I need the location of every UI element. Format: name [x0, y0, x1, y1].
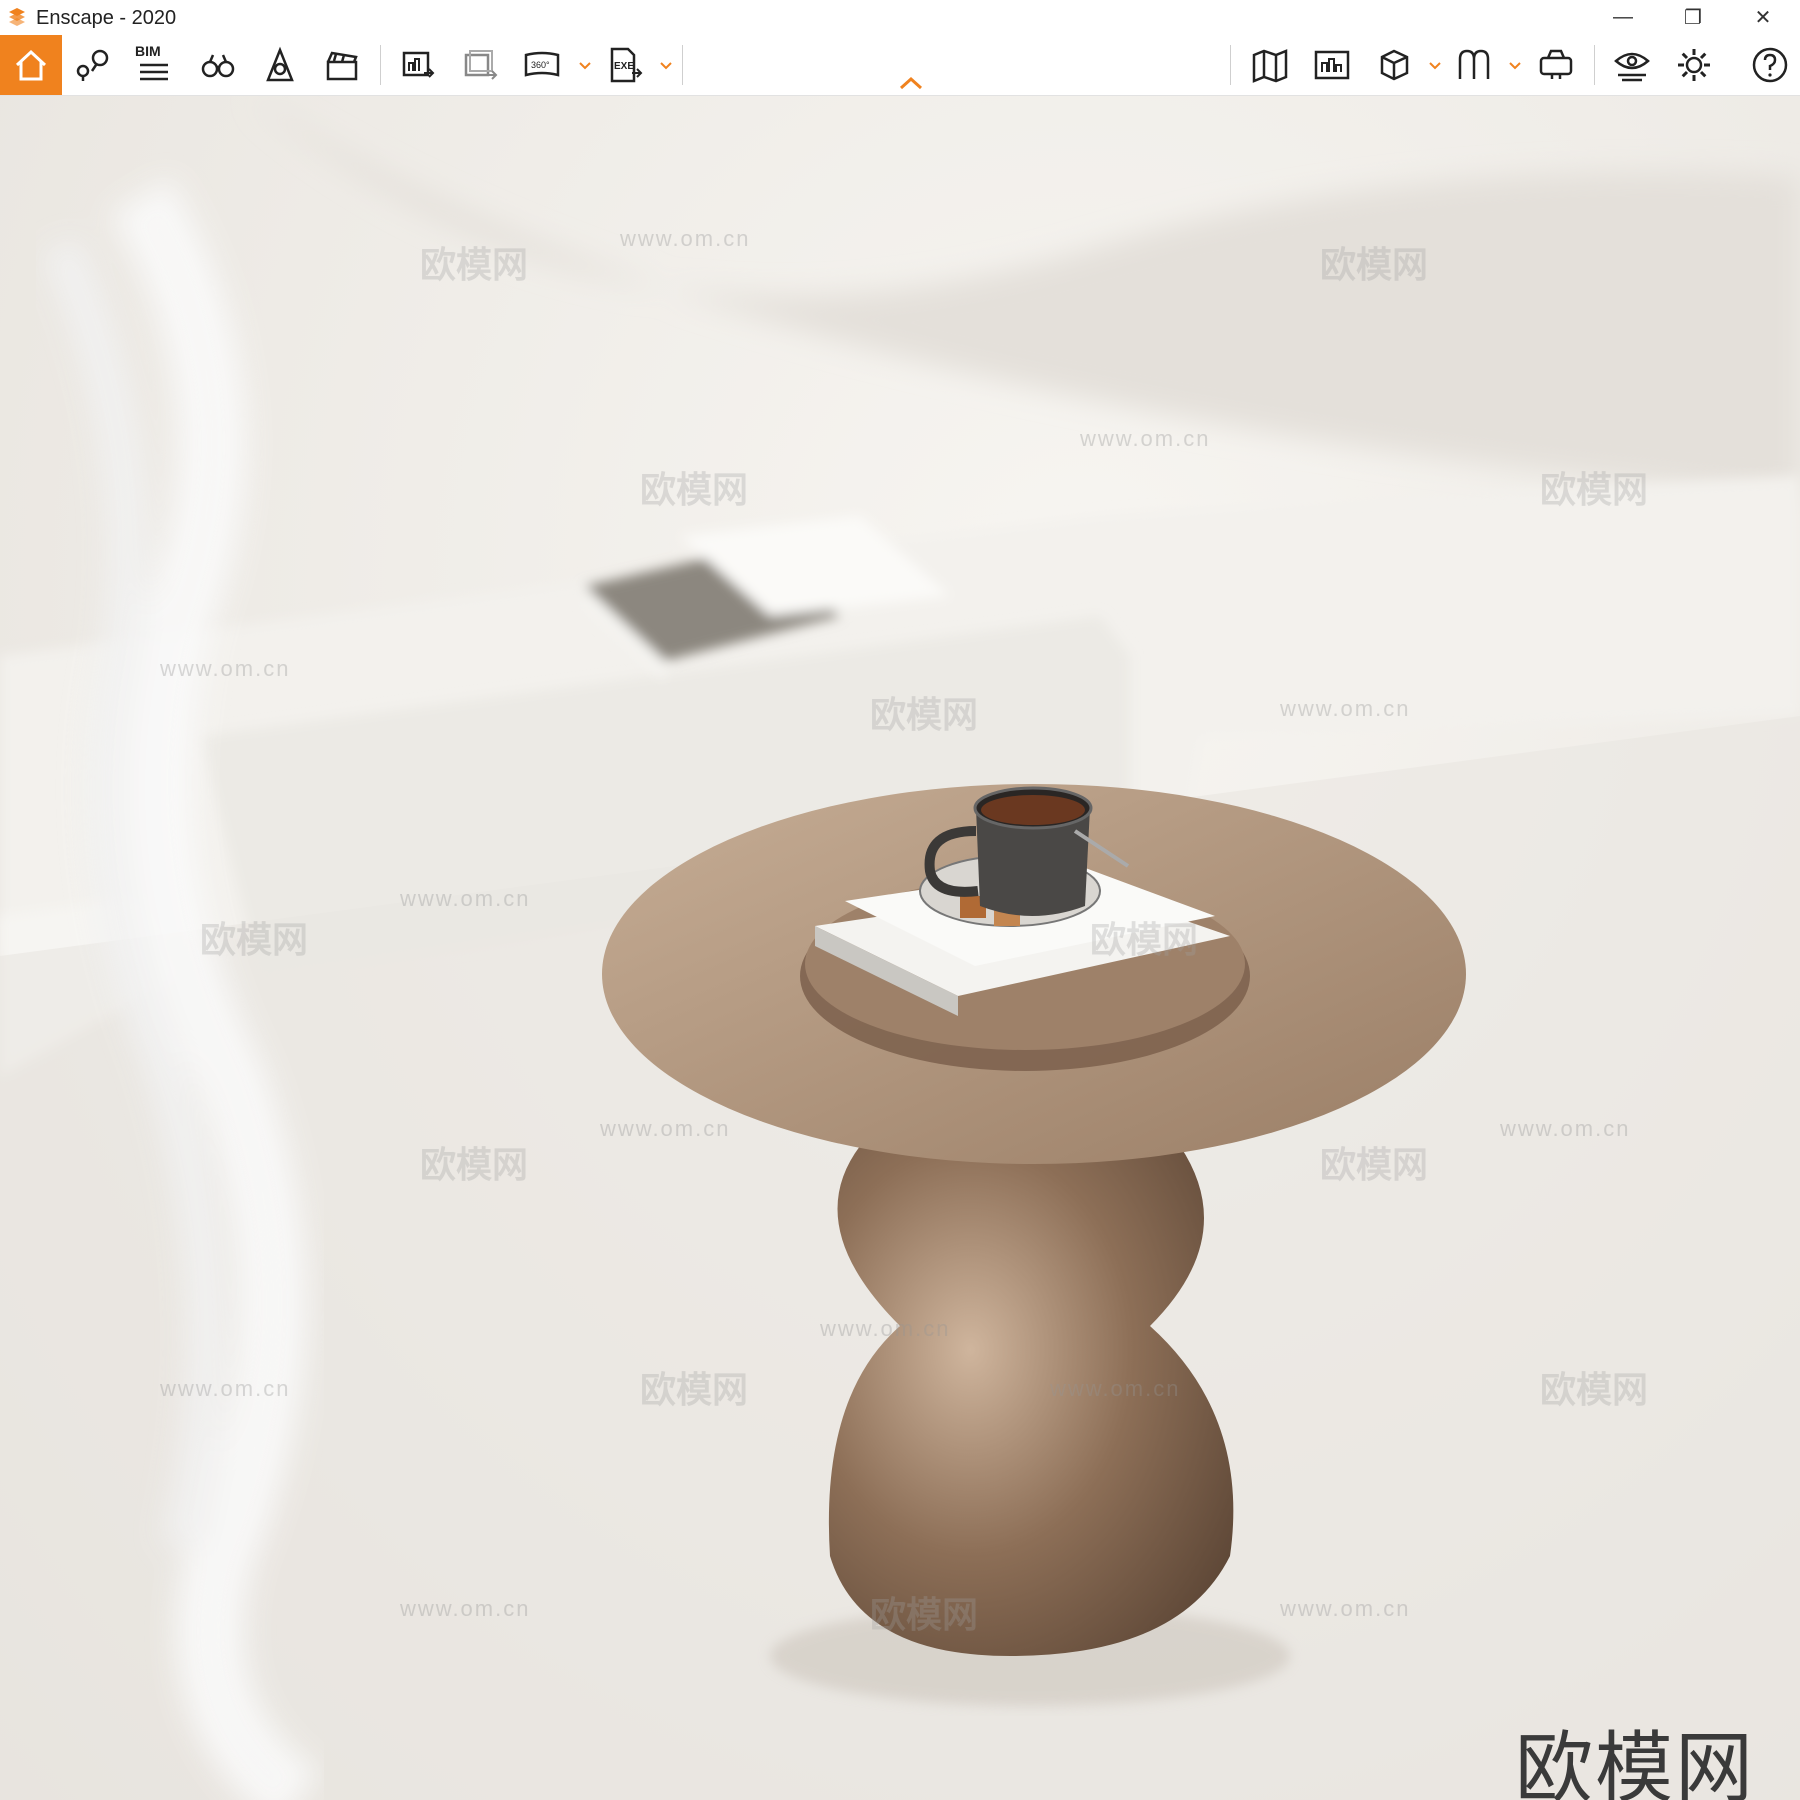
- binoculars-icon: [201, 54, 235, 78]
- panorama-button[interactable]: 360°: [516, 39, 568, 91]
- restore-button[interactable]: ❐: [1658, 0, 1728, 35]
- settings-button[interactable]: [1668, 39, 1720, 91]
- watermark-url: www.om.cn: [160, 656, 291, 681]
- watermark-cn: 欧模网: [1540, 469, 1649, 510]
- watermark-cn: 欧模网: [1320, 1144, 1429, 1185]
- exe-label: EXE: [614, 61, 634, 72]
- watermark-cn: 欧模网: [420, 1144, 529, 1185]
- export-exe-button[interactable]: EXE: [598, 39, 650, 91]
- cube-icon: [1380, 49, 1409, 81]
- help-icon: [1752, 47, 1788, 83]
- asset-library-button[interactable]: [1448, 39, 1500, 91]
- video-editor-button[interactable]: [316, 39, 368, 91]
- minimize-button[interactable]: —: [1588, 0, 1658, 35]
- toolbar-separator: [1230, 45, 1231, 85]
- collapse-toolbar-icon[interactable]: [898, 75, 924, 91]
- watermark-cn: 欧模网: [640, 1369, 749, 1410]
- walk-fly-button[interactable]: [192, 39, 244, 91]
- watermark-url: www.om.cn: [400, 886, 531, 911]
- window-title: Enscape - 2020: [36, 7, 177, 29]
- visual-settings-icon: [1614, 52, 1650, 82]
- clapper-icon: [326, 51, 358, 81]
- watermark-url: www.om.cn: [1050, 1376, 1181, 1401]
- render-view-button[interactable]: [1306, 39, 1358, 91]
- sun-tower-icon: [266, 46, 294, 82]
- vr-headset-button[interactable]: [1530, 39, 1582, 91]
- coffee: [981, 795, 1085, 825]
- watermark-cn: 欧模网: [870, 694, 979, 735]
- batch-render-button[interactable]: [454, 39, 506, 91]
- watermark-url: www.om.cn: [600, 1116, 731, 1141]
- curved-wall: [250, 96, 1800, 496]
- watermark-url: www.om.cn: [400, 1596, 531, 1621]
- sun-button[interactable]: [254, 39, 306, 91]
- map-icon: [1252, 49, 1288, 83]
- chevron-down-icon[interactable]: [659, 59, 673, 73]
- toolbar-separator: [380, 45, 381, 85]
- title-bar: Enscape - 2020 — ❐ ✕: [0, 0, 1800, 35]
- toolbar: BIM 360° EXE: [0, 35, 1800, 96]
- render-view-icon: [1314, 50, 1350, 80]
- chevron-down-icon[interactable]: [1508, 59, 1522, 73]
- home-button[interactable]: [0, 35, 62, 95]
- watermark-cn: 欧模网: [420, 244, 529, 285]
- watermark-cn: 欧模网: [1090, 919, 1199, 960]
- batch-export-icon: [464, 50, 498, 80]
- close-button[interactable]: ✕: [1728, 0, 1798, 35]
- panorama-360-icon: 360°: [524, 51, 560, 77]
- panorama-360-label: 360°: [531, 60, 550, 70]
- watermark-url: www.om.cn: [1280, 696, 1411, 721]
- watermark-cn: 欧模网: [870, 1594, 979, 1635]
- watermark-url: www.om.cn: [1080, 426, 1211, 451]
- brand-mark: 欧模网: [1515, 1724, 1756, 1800]
- location-pins-icon: [76, 49, 109, 81]
- watermark-cn: 欧模网: [1320, 244, 1429, 285]
- asset-icon: [1458, 49, 1490, 79]
- watermark-url: www.om.cn: [160, 1376, 291, 1401]
- watermark-url: www.om.cn: [1280, 1596, 1411, 1621]
- toolbar-separator: [682, 45, 683, 85]
- gear-icon: [1678, 49, 1710, 81]
- help-button[interactable]: [1744, 39, 1796, 91]
- watermark-cn: 欧模网: [200, 919, 309, 960]
- watermark-url: www.om.cn: [820, 1316, 951, 1341]
- vr-headset-icon: [1539, 49, 1573, 79]
- object-view-button[interactable]: [1368, 39, 1420, 91]
- chevron-down-icon[interactable]: [1428, 59, 1442, 73]
- chevron-down-icon[interactable]: [578, 59, 592, 73]
- visual-settings-button[interactable]: [1606, 39, 1658, 91]
- watermark-cn: 欧模网: [640, 469, 749, 510]
- watermark-cn: 欧模网: [1540, 1369, 1649, 1410]
- batch-render-icon: [402, 51, 435, 78]
- toolbar-separator: [1594, 45, 1595, 85]
- watermark-url: www.om.cn: [1500, 1116, 1631, 1141]
- enscape-logo-icon: [9, 8, 25, 26]
- render-viewport[interactable]: www.om.cn www.om.cn www.om.cn www.om.cn …: [0, 96, 1800, 1800]
- map-button[interactable]: [1244, 39, 1296, 91]
- render-image-button[interactable]: [392, 39, 444, 91]
- views-button[interactable]: [66, 39, 118, 91]
- exe-export-icon: EXE: [610, 47, 643, 83]
- watermark-url: www.om.cn: [620, 226, 751, 251]
- bim-label: BIM: [135, 43, 161, 59]
- home-icon: [15, 49, 47, 81]
